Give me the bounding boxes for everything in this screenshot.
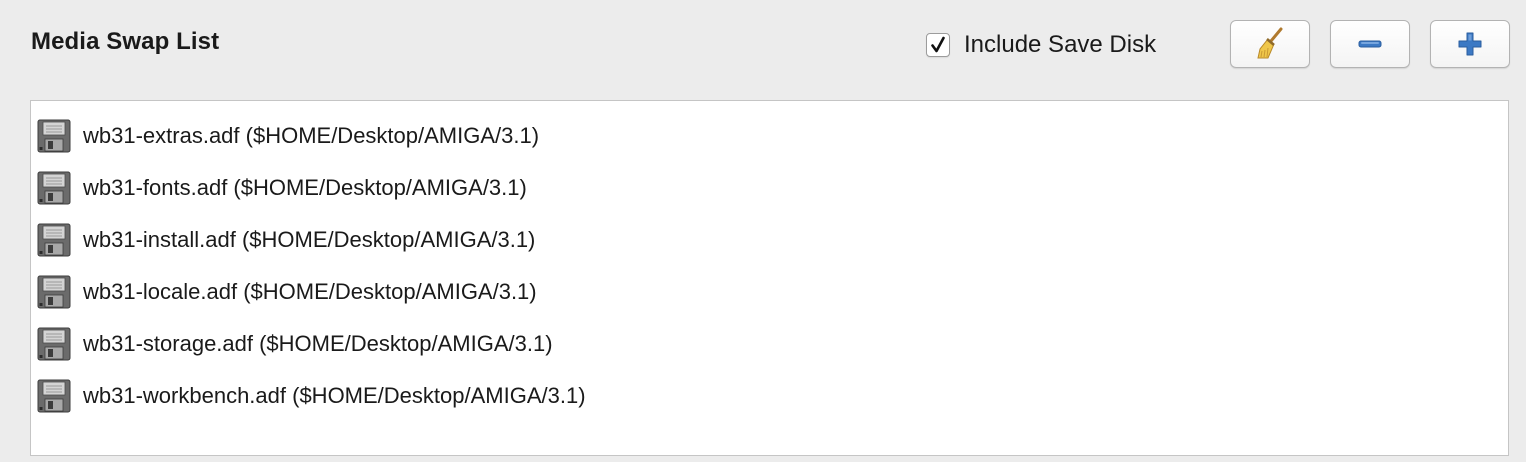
clear-list-button[interactable]	[1230, 20, 1310, 68]
floppy-disk-icon	[37, 223, 71, 257]
floppy-disk-icon	[37, 171, 71, 205]
list-item[interactable]: wb31-locale.adf ($HOME/Desktop/AMIGA/3.1…	[31, 266, 1508, 318]
list-item-label: wb31-storage.adf ($HOME/Desktop/AMIGA/3.…	[83, 331, 553, 356]
include-save-disk-checkbox[interactable]	[926, 33, 950, 57]
checkmark-icon	[931, 36, 945, 53]
include-save-disk-label: Include Save Disk	[964, 31, 1157, 58]
floppy-disk-icon	[37, 327, 71, 361]
list-item[interactable]: wb31-storage.adf ($HOME/Desktop/AMIGA/3.…	[31, 318, 1508, 370]
remove-item-button[interactable]	[1330, 20, 1410, 68]
list-item[interactable]: wb31-extras.adf ($HOME/Desktop/AMIGA/3.1…	[31, 110, 1508, 162]
list-item[interactable]: wb31-workbench.adf ($HOME/Desktop/AMIGA/…	[31, 370, 1508, 422]
list-item-label: wb31-workbench.adf ($HOME/Desktop/AMIGA/…	[83, 383, 586, 408]
floppy-disk-icon	[37, 275, 71, 309]
minus-icon	[1358, 40, 1382, 48]
list-item-label: wb31-extras.adf ($HOME/Desktop/AMIGA/3.1…	[83, 123, 540, 148]
add-item-button[interactable]	[1430, 20, 1510, 68]
panel-title: Media Swap List	[31, 28, 220, 55]
list-item-label: wb31-install.adf ($HOME/Desktop/AMIGA/3.…	[83, 227, 536, 252]
floppy-disk-icon	[37, 379, 71, 413]
broom-icon	[1257, 27, 1283, 59]
plus-icon	[1458, 32, 1482, 56]
media-swap-list[interactable]: wb31-extras.adf ($HOME/Desktop/AMIGA/3.1…	[30, 100, 1509, 456]
list-item[interactable]: wb31-fonts.adf ($HOME/Desktop/AMIGA/3.1)	[31, 162, 1508, 214]
include-save-disk-toggle[interactable]: Include Save Disk	[926, 31, 1156, 59]
list-item-label: wb31-locale.adf ($HOME/Desktop/AMIGA/3.1…	[83, 279, 537, 304]
list-item[interactable]: wb31-install.adf ($HOME/Desktop/AMIGA/3.…	[31, 214, 1508, 266]
list-item-label: wb31-fonts.adf ($HOME/Desktop/AMIGA/3.1)	[83, 175, 527, 200]
floppy-disk-icon	[37, 119, 71, 153]
